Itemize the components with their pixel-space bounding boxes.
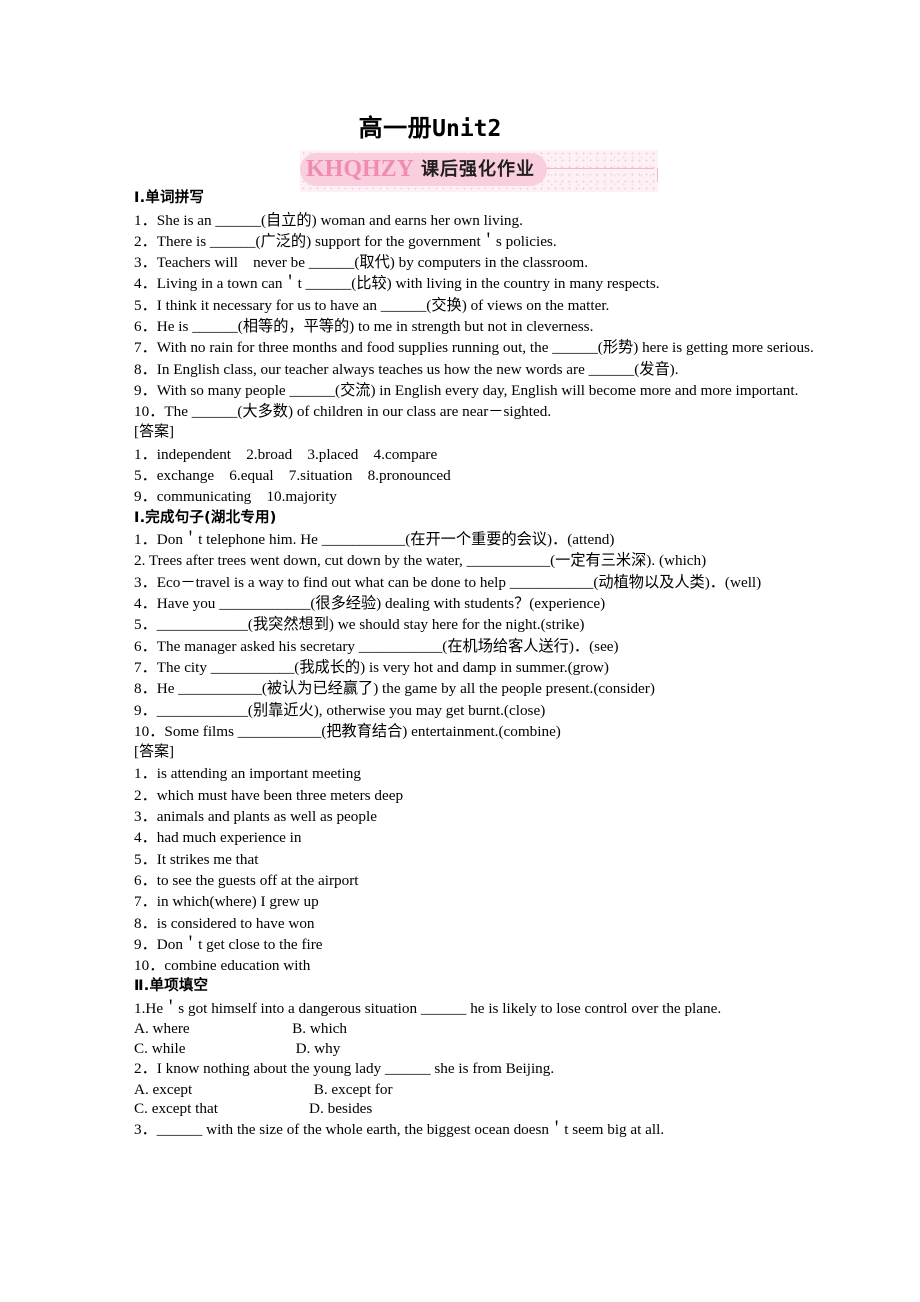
choice-row: C. except that D. besides	[134, 1100, 373, 1118]
answer-line: 8．is considered to have won	[134, 914, 315, 932]
question-item: 7．The city ___________(我成长的) is very hot…	[134, 658, 609, 676]
question-item: 1．She is an ______(自立的) woman and earns …	[134, 211, 523, 229]
section-heading-1: Ⅰ.单词拼写	[134, 190, 205, 206]
page-title-unit: Unit2	[432, 116, 502, 142]
question-item: 8．In English class, our teacher always t…	[134, 360, 679, 378]
question-item: 2．I know nothing about the young lady __…	[134, 1060, 555, 1078]
section-heading-3: Ⅱ.单项填空	[134, 978, 209, 995]
answer-line: 6．to see the guests off at the airport	[134, 871, 359, 889]
answer-label: [答案]	[134, 424, 174, 441]
worksheet-content: Ⅰ.单词拼写 1．She is an ______(自立的) woman and…	[110, 188, 820, 1140]
page-title-cn: 高一册	[358, 114, 433, 142]
banner-corner-bracket	[657, 168, 658, 182]
question-item: 9．With so many people ______(交流) in Engl…	[134, 381, 799, 399]
question-item: 1．Don＇t telephone him. He ___________(在开…	[134, 531, 615, 549]
answer-line: 9．communicating 10.majority	[134, 488, 337, 506]
choice-row: A. except B. except for	[134, 1080, 393, 1098]
banner: KHQHZY 课后强化作业	[300, 150, 658, 192]
choice-row: A. where B. which	[134, 1020, 348, 1038]
answer-line: 5．exchange 6.equal 7.situation 8.pronoun…	[134, 467, 451, 485]
banner-pill: KHQHZY 课后强化作业	[300, 153, 548, 186]
question-item: 10．The ______(大多数) of children in our cl…	[134, 403, 552, 421]
worksheet-page: 高一册Unit2 KHQHZY 课后强化作业 Ⅰ.单词拼写 1．She is a…	[0, 0, 920, 1302]
banner-label: 课后强化作业	[421, 158, 536, 180]
question-item: 9．____________(别靠近火), otherwise you may …	[134, 701, 546, 719]
section-heading-2: Ⅰ.完成句子(湖北专用)	[134, 509, 277, 526]
answer-line: 2．which must have been three meters deep	[134, 786, 404, 804]
question-item: 6．The manager asked his secretary ______…	[134, 637, 619, 655]
question-item: 8．He ___________(被认为已经赢了) the game by al…	[134, 680, 655, 698]
answer-line: 4．had much experience in	[134, 829, 302, 847]
answer-line: 3．animals and plants as well as people	[134, 808, 377, 826]
question-item: 5．____________(我突然想到) we should stay her…	[134, 616, 585, 634]
answer-line: 9．Don＇t get close to the fire	[134, 935, 323, 953]
answer-line: 1．independent 2.broad 3.placed 4.compare	[134, 445, 438, 463]
brand-logo: KHQHZY	[306, 155, 415, 182]
answer-line: 7．in which(where) I grew up	[134, 893, 319, 911]
answer-label: [答案]	[134, 744, 174, 761]
question-item: 7．With no rain for three months and food…	[134, 339, 814, 357]
question-item: 6．He is ______(相等的，平等的) to me in strengt…	[134, 317, 594, 335]
question-item: 4．Living in a town can＇t ______(比较) with…	[134, 275, 660, 293]
question-item: 2．There is ______(广泛的) support for the g…	[134, 232, 557, 250]
answer-line: 10．combine education with	[134, 957, 311, 975]
question-item: 4．Have you ____________(很多经验) dealing wi…	[134, 595, 606, 613]
question-item: 3．______ with the size of the whole eart…	[134, 1120, 665, 1138]
question-item: 10．Some films ___________(把教育结合) enterta…	[134, 722, 561, 740]
question-item: 5．I think it necessary for us to have an…	[134, 296, 610, 314]
answer-line: 5．It strikes me that	[134, 850, 259, 868]
question-item: 3．Eco－travel is a way to find out what c…	[134, 573, 762, 591]
question-item: 2. Trees after trees went down, cut down…	[134, 552, 707, 570]
choice-row: C. while D. why	[134, 1039, 341, 1057]
question-item: 3．Teachers will never be ______(取代) by c…	[134, 254, 589, 272]
question-item: 1.He＇s got himself into a dangerous situ…	[134, 999, 722, 1017]
page-title: 高一册Unit2	[0, 108, 920, 143]
answer-line: 1．is attending an important meeting	[134, 765, 361, 783]
